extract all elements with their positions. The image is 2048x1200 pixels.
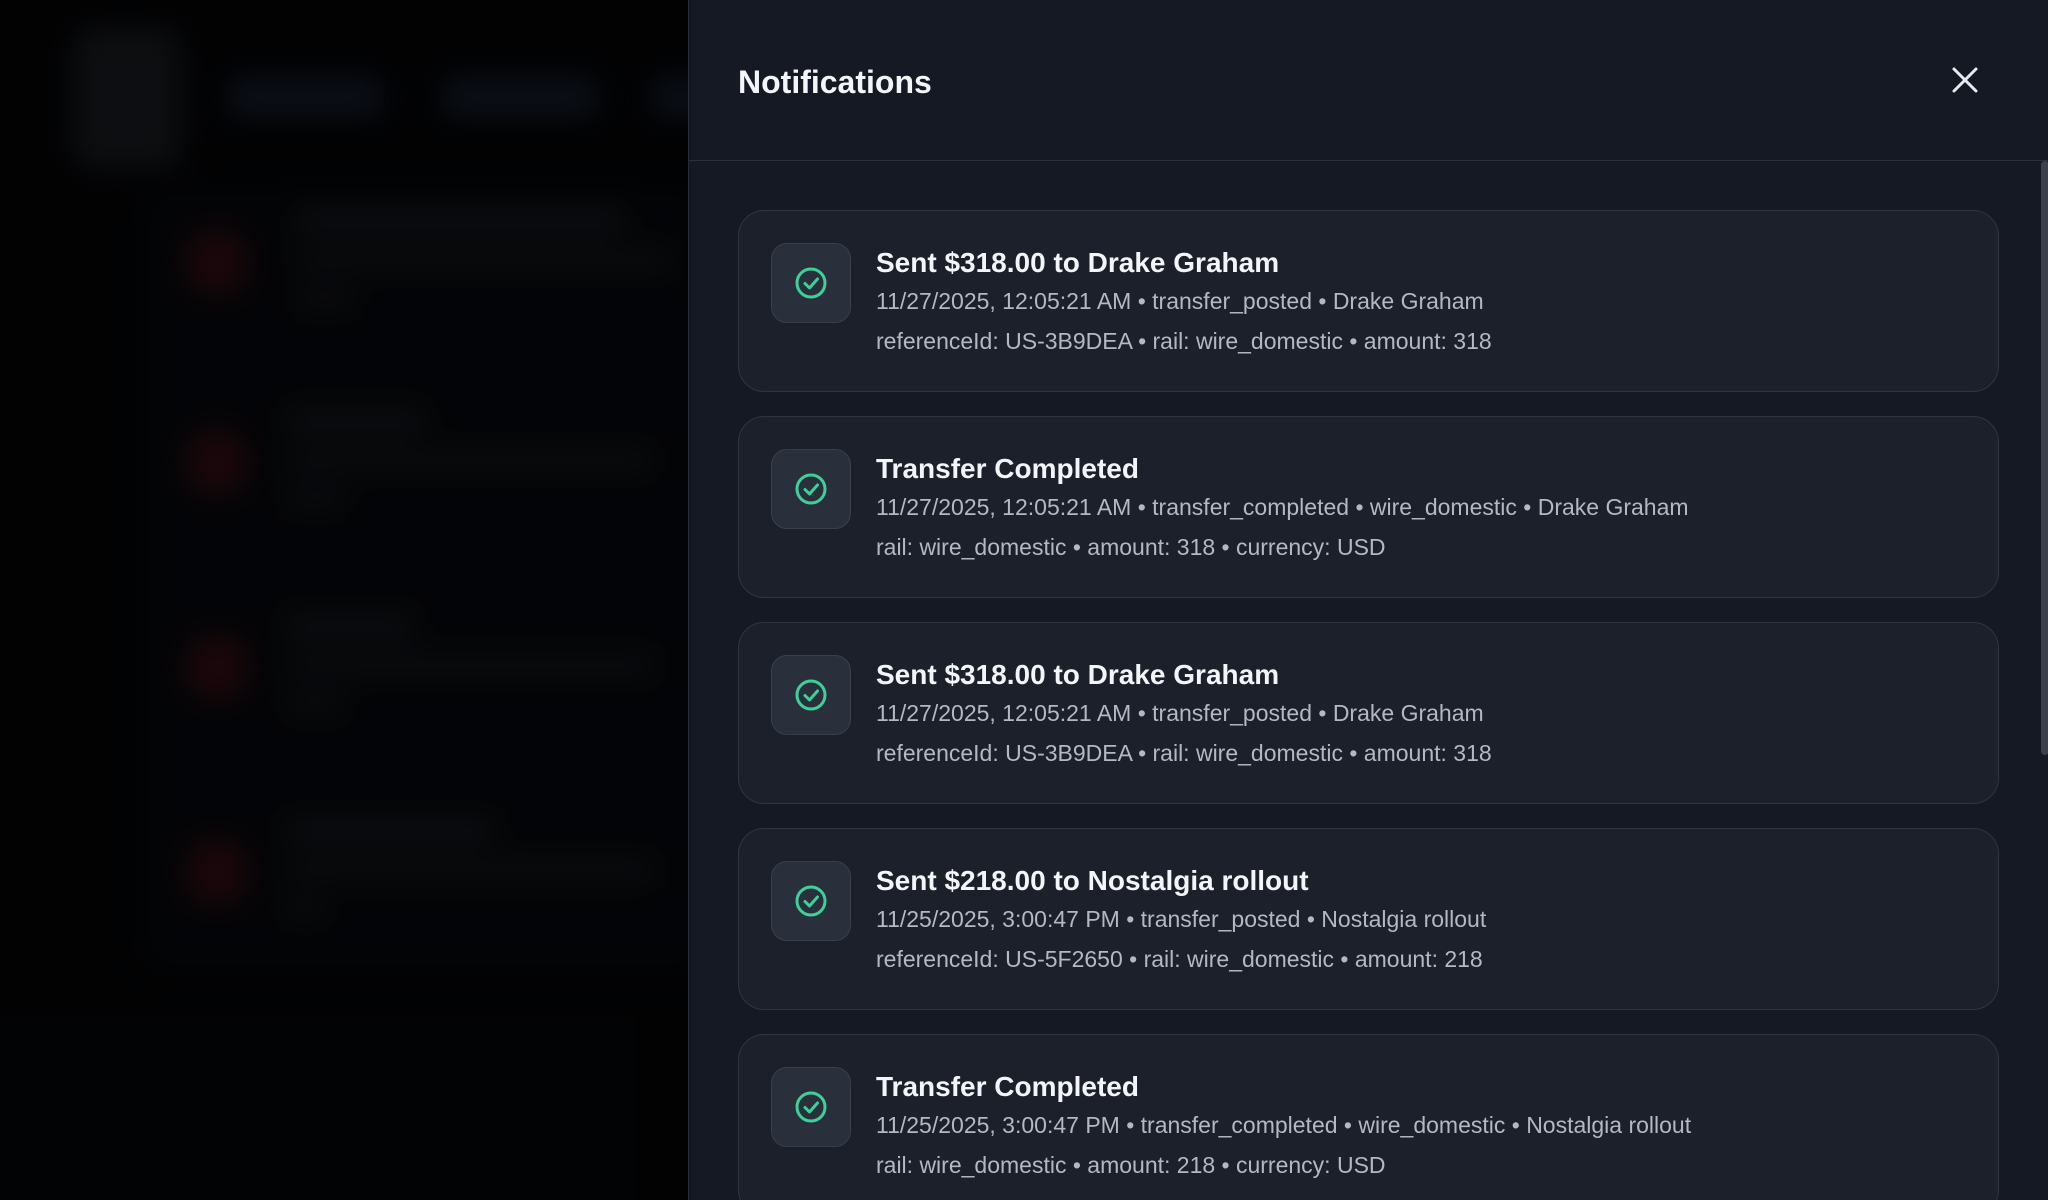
notification-status-badge — [771, 243, 851, 323]
notification-card[interactable]: Sent $318.00 to Drake Graham 11/27/2025,… — [738, 622, 1999, 804]
notification-status-badge — [771, 861, 851, 941]
notification-title: Transfer Completed — [876, 453, 1139, 484]
drawer-title: Notifications — [738, 64, 932, 100]
notification-status-badge — [771, 655, 851, 735]
scrollbar-thumb[interactable] — [2041, 161, 2048, 755]
modal-backdrop-overlay[interactable] — [0, 0, 689, 1200]
notification-card[interactable]: Transfer Completed 11/25/2025, 3:00:47 P… — [738, 1034, 1999, 1200]
check-circle-icon — [795, 473, 827, 505]
notification-detail: rail: wire_domestic • amount: 218 • curr… — [876, 1152, 1386, 1178]
check-circle-icon — [795, 885, 827, 917]
notifications-scroll-area[interactable]: Sent $318.00 to Drake Graham 11/27/2025,… — [689, 161, 2048, 1200]
notification-meta: 11/27/2025, 12:05:21 AM • transfer_compl… — [876, 494, 1689, 520]
notification-detail: referenceId: US-3B9DEA • rail: wire_dome… — [876, 740, 1492, 766]
notification-detail: rail: wire_domestic • amount: 318 • curr… — [876, 534, 1386, 560]
drawer-header: Notifications — [689, 0, 2048, 161]
notification-title: Sent $218.00 to Nostalgia rollout — [876, 865, 1309, 896]
scrollbar[interactable] — [2039, 161, 2048, 1200]
notification-card[interactable]: Sent $318.00 to Drake Graham 11/27/2025,… — [738, 210, 1999, 392]
notification-status-badge — [771, 1067, 851, 1147]
notification-status-badge — [771, 449, 851, 529]
notification-title: Sent $318.00 to Drake Graham — [876, 659, 1280, 690]
notification-title: Sent $318.00 to Drake Graham — [876, 247, 1280, 278]
notifications-drawer: Notifications Sent $318.00 to Drake Grah… — [688, 0, 2048, 1200]
notification-meta: 11/25/2025, 3:00:47 PM • transfer_posted… — [876, 906, 1487, 932]
notification-detail: referenceId: US-5F2650 • rail: wire_dome… — [876, 946, 1483, 972]
close-icon — [1952, 67, 1978, 93]
app-root: Notifications Sent $318.00 to Drake Grah… — [0, 0, 2048, 1200]
notification-list: Sent $318.00 to Drake Graham 11/27/2025,… — [738, 210, 1999, 1200]
check-circle-icon — [795, 267, 827, 299]
notification-meta: 11/27/2025, 12:05:21 AM • transfer_poste… — [876, 700, 1484, 726]
check-circle-icon — [795, 679, 827, 711]
notification-meta: 11/25/2025, 3:00:47 PM • transfer_comple… — [876, 1112, 1692, 1138]
notification-title: Transfer Completed — [876, 1071, 1139, 1102]
check-circle-icon — [795, 1091, 827, 1123]
notification-meta: 11/27/2025, 12:05:21 AM • transfer_poste… — [876, 288, 1484, 314]
notification-detail: referenceId: US-3B9DEA • rail: wire_dome… — [876, 328, 1492, 354]
notification-card[interactable]: Transfer Completed 11/27/2025, 12:05:21 … — [738, 416, 1999, 598]
close-button[interactable] — [1943, 58, 1987, 102]
notification-card[interactable]: Sent $218.00 to Nostalgia rollout 11/25/… — [738, 828, 1999, 1010]
